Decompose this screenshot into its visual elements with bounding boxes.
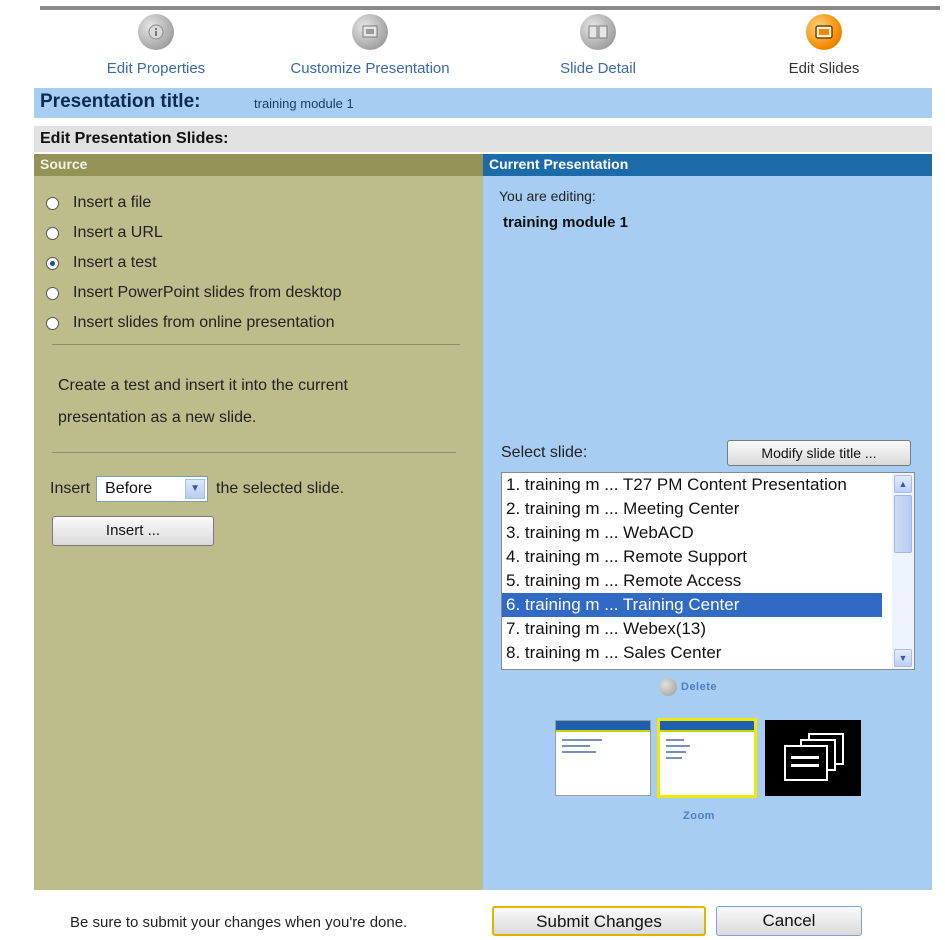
option-insert-url[interactable]: Insert a URL — [46, 218, 342, 248]
submit-changes-button[interactable]: Submit Changes — [492, 906, 706, 936]
presentation-title-value: training module 1 — [254, 96, 354, 111]
divider — [52, 452, 456, 453]
radio-button[interactable] — [46, 286, 59, 300]
insert-button[interactable]: Insert ... — [52, 516, 214, 546]
slide-list-item[interactable]: 2. training m ... Meeting Center — [502, 497, 882, 521]
insert-test-description: Create a test and insert it into the cur… — [58, 377, 348, 426]
option-insert-test[interactable]: Insert a test — [46, 248, 342, 278]
slide-list-item[interactable]: 1. training m ... T27 PM Content Present… — [502, 473, 882, 497]
insert-suffix: the selected slide. — [216, 480, 345, 497]
delete-slide-button[interactable]: Delete — [659, 678, 717, 696]
radio-button[interactable] — [46, 226, 59, 240]
editing-value: training module 1 — [503, 214, 629, 231]
option-insert-online-slides[interactable]: Insert slides from online presentation — [46, 308, 342, 338]
source-options: Insert a file Insert a URL Insert a test… — [46, 188, 342, 338]
option-label: Insert a file — [73, 194, 152, 211]
modify-slide-title-button[interactable]: Modify slide title ... — [727, 440, 911, 466]
option-label: Insert a URL — [73, 224, 163, 241]
add-slides-icon[interactable] — [765, 720, 861, 796]
insert-prefix: Insert — [50, 480, 91, 497]
scrollbar-thumb[interactable] — [894, 495, 912, 553]
cancel-button[interactable]: Cancel — [716, 906, 862, 936]
slide-list-scrollbar[interactable]: ▲ ▼ — [892, 473, 914, 669]
source-header: Source — [34, 154, 483, 176]
step-edit-slides[interactable]: Edit Slides — [734, 14, 914, 77]
select-slide-label: Select slide: — [501, 444, 588, 461]
slide-list-item[interactable]: 5. training m ... Remote Access — [502, 569, 882, 593]
wizard-steps: Edit Properties Customize Presentation S… — [40, 14, 930, 84]
option-label: Insert PowerPoint slides from desktop — [73, 284, 342, 301]
zoom-link[interactable]: Zoom — [683, 810, 715, 822]
slide-thumbnail-current[interactable] — [657, 718, 757, 798]
step-edit-properties[interactable]: Edit Properties — [66, 14, 246, 77]
step-label: Customize Presentation — [290, 60, 450, 77]
scroll-down-icon[interactable]: ▼ — [894, 649, 912, 667]
slide-list-item[interactable]: 7. training m ... Webex(13) — [502, 617, 882, 641]
slide-detail-icon — [580, 14, 616, 50]
current-presentation-panel: Current Presentation You are editing: tr… — [483, 154, 932, 890]
edit-properties-icon — [138, 14, 174, 50]
editing-label: You are editing: — [499, 188, 596, 204]
footer-note: Be sure to submit your changes when you'… — [70, 914, 408, 931]
option-label: Insert slides from online presentation — [73, 314, 335, 331]
customize-presentation-icon — [352, 14, 388, 50]
delete-icon — [659, 678, 677, 696]
slide-list-item-selected[interactable]: 6. training m ... Training Center — [502, 593, 882, 617]
slide-list[interactable]: 1. training m ... T27 PM Content Present… — [501, 472, 915, 670]
option-insert-powerpoint[interactable]: Insert PowerPoint slides from desktop — [46, 278, 342, 308]
delete-label: Delete — [681, 681, 718, 693]
radio-button-selected[interactable] — [46, 256, 59, 270]
position-select[interactable]: Before ▼ — [96, 476, 209, 502]
option-insert-file[interactable]: Insert a file — [46, 188, 342, 218]
slide-thumbnail-prev[interactable] — [555, 720, 651, 796]
slide-list-item[interactable]: 4. training m ... Remote Support — [502, 545, 882, 569]
step-customize-presentation[interactable]: Customize Presentation — [280, 14, 460, 77]
divider — [52, 344, 460, 345]
scroll-up-icon[interactable]: ▲ — [894, 475, 912, 493]
chevron-down-icon[interactable]: ▼ — [185, 479, 206, 499]
top-rule — [40, 6, 940, 10]
step-label: Slide Detail — [560, 60, 636, 77]
source-panel: Source Insert a file Insert a URL Insert… — [34, 154, 483, 890]
step-slide-detail[interactable]: Slide Detail — [508, 14, 688, 77]
slide-list-item[interactable]: 8. training m ... Sales Center — [502, 641, 882, 665]
edit-slides-header: Edit Presentation Slides: — [34, 126, 932, 152]
step-label: Edit Properties — [106, 60, 206, 77]
radio-button[interactable] — [46, 316, 59, 330]
slide-list-item[interactable]: 3. training m ... WebACD — [502, 521, 882, 545]
edit-slides-icon — [806, 14, 842, 50]
current-presentation-header: Current Presentation — [483, 154, 932, 176]
presentation-title-key: Presentation title: — [40, 91, 201, 112]
presentation-title-bar: Presentation title: training module 1 — [34, 88, 932, 118]
option-label: Insert a test — [73, 254, 157, 271]
position-value: Before — [105, 480, 153, 497]
insert-position-row: Insert Before ▼ the selected slide. — [50, 476, 344, 502]
step-label: Edit Slides — [788, 60, 860, 77]
edit-slides-heading: Edit Presentation Slides: — [40, 130, 229, 147]
radio-button[interactable] — [46, 196, 59, 210]
